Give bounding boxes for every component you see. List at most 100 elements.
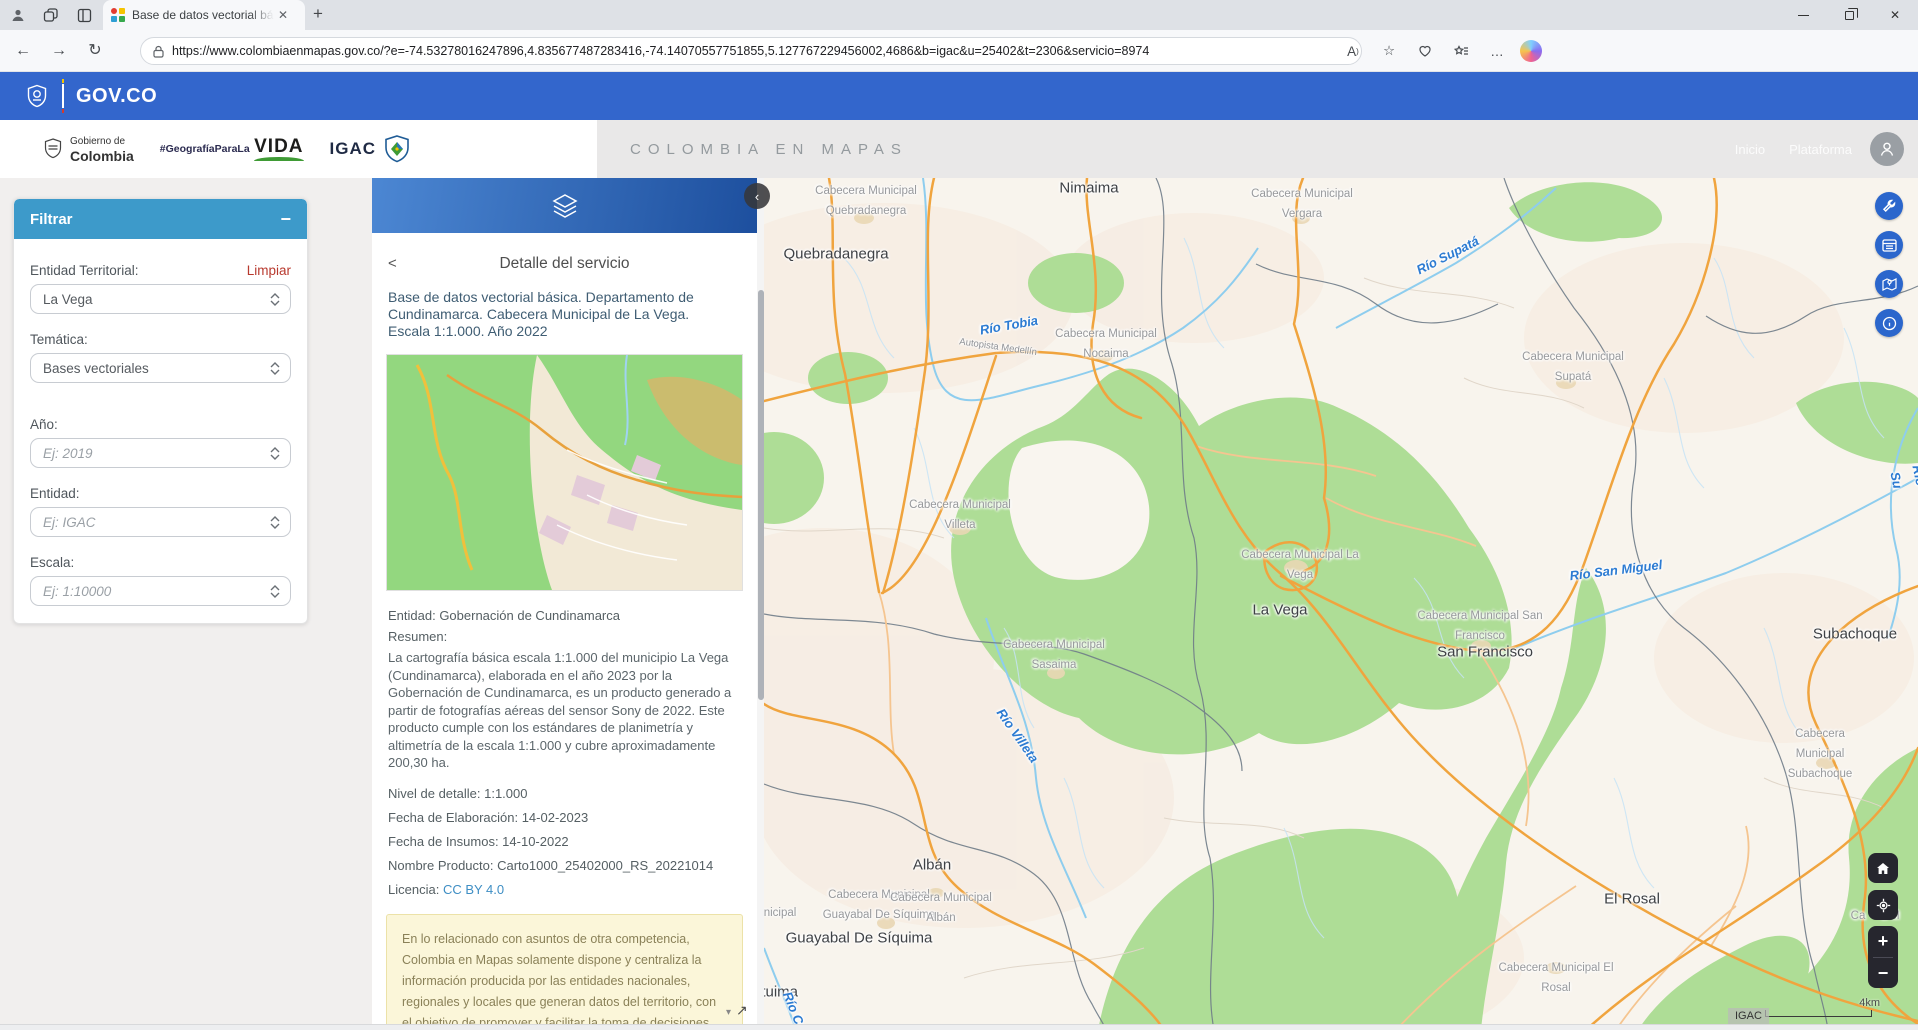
- back-button[interactable]: ←: [10, 38, 36, 64]
- browser-tab[interactable]: Base de datos vectorial básica. De ✕: [103, 0, 305, 30]
- select-chevrons-icon: [270, 585, 280, 598]
- select-chevrons-icon: [270, 362, 280, 375]
- detail-title: Detalle del servicio: [372, 255, 757, 273]
- back-chevron[interactable]: <: [388, 255, 397, 272]
- disclaimer-box: En lo relacionado con asuntos de otra co…: [386, 914, 743, 1030]
- panel-collapse-button[interactable]: ‹: [744, 183, 770, 209]
- tab-title: Base de datos vectorial básica. De: [132, 8, 274, 22]
- layers-icon: [551, 193, 579, 219]
- filter-panel: Filtrar − Entidad Territorial: Limpiar L…: [13, 198, 308, 624]
- refresh-button[interactable]: ↻: [82, 38, 108, 64]
- map-label: Ca: [1851, 906, 1866, 926]
- home-icon: [1876, 862, 1890, 875]
- window-close-button[interactable]: ✕: [1872, 0, 1918, 30]
- filter-panel-header[interactable]: Filtrar −: [14, 199, 307, 239]
- map-label: San Francisco: [1437, 642, 1533, 662]
- map-basemap-button[interactable]: [1875, 270, 1903, 298]
- map-home-button[interactable]: [1868, 853, 1898, 883]
- nav-item[interactable]: Plataforma: [1789, 142, 1852, 157]
- map-viewport[interactable]: Cabecera Municipal QuebradanegraQuebrada…: [764, 178, 1918, 1030]
- nav-item[interactable]: Inicio: [1735, 142, 1765, 157]
- map-label: Cabecera Municipal Supatá: [1522, 347, 1624, 387]
- licencia-label: Licencia:: [388, 882, 439, 897]
- forward-button[interactable]: →: [46, 38, 72, 64]
- map-locate-button[interactable]: [1868, 890, 1898, 920]
- map-label: Quebradanegra: [783, 244, 888, 264]
- collapse-minus-icon[interactable]: −: [280, 209, 291, 230]
- igac-name: IGAC: [330, 139, 377, 158]
- map-label: El Rosal: [1604, 889, 1660, 909]
- map-label: Cabecera Municipal Albán: [890, 888, 992, 928]
- panel-resize-controls[interactable]: ▾↗: [726, 1002, 748, 1019]
- select-entidad[interactable]: Ej: IGAC: [30, 507, 291, 537]
- address-bar[interactable]: https://www.colombiaenmapas.gov.co/?e=-7…: [140, 37, 1362, 65]
- map-pin-icon: [1882, 277, 1897, 291]
- map-label: La Vega: [1252, 600, 1307, 620]
- geografia-vida-logo: #GeografíaParaLa VIDA: [160, 137, 304, 161]
- read-aloud-icon[interactable]: A): [1340, 38, 1366, 64]
- profile-icon[interactable]: [6, 4, 30, 26]
- map-zoom-control: + −: [1868, 926, 1898, 988]
- map-tools-button[interactable]: [1875, 192, 1903, 220]
- field-label-tematica: Temática:: [30, 332, 291, 347]
- copilot-icon[interactable]: [1520, 40, 1542, 62]
- workspaces-icon[interactable]: [38, 4, 62, 26]
- application-window: Base de datos vectorial básica. De ✕ + ✕…: [0, 0, 1918, 1030]
- govco-brand[interactable]: GOV.CO: [76, 85, 157, 108]
- zoom-in-button[interactable]: +: [1868, 926, 1898, 957]
- site-header: Gobierno de Colombia #GeografíaParaLa VI…: [0, 120, 1918, 178]
- vertical-tabs-icon[interactable]: [72, 4, 96, 26]
- geografia-tag: #GeografíaParaLa: [160, 143, 250, 155]
- map-label: Río Villeta: [990, 704, 1044, 768]
- map-attribution[interactable]: IGAC: [1728, 1008, 1769, 1024]
- govco-escudo-icon: [26, 84, 48, 108]
- vida-swoosh: [254, 157, 303, 161]
- map-table-button[interactable]: [1875, 231, 1903, 259]
- map-label: Subachoque: [1813, 624, 1897, 644]
- clear-filters-link[interactable]: Limpiar: [247, 263, 291, 278]
- user-avatar[interactable]: [1870, 132, 1904, 166]
- page-horizontal-scrollbar[interactable]: [0, 1024, 1918, 1030]
- zoom-out-button[interactable]: −: [1868, 958, 1898, 989]
- resize-arrow-icon: ↗: [736, 1002, 748, 1018]
- product-title: Base de datos vectorial básica. Departam…: [388, 289, 741, 340]
- meta-nombre-producto: Nombre Producto: Carto1000_25402000_RS_2…: [388, 858, 741, 873]
- select-entidad-territorial[interactable]: La Vega: [30, 284, 291, 314]
- product-thumbnail[interactable]: [386, 354, 743, 591]
- map-label: Cabecera Municipal Nocaima: [1055, 324, 1157, 364]
- map-label: nicipal: [764, 903, 796, 923]
- map-label: Cabecera Municipal El Rosal: [1498, 958, 1613, 998]
- select-chevrons-icon: [270, 293, 280, 306]
- select-chevrons-icon: [270, 447, 280, 460]
- window-restore-button[interactable]: [1826, 0, 1872, 30]
- browser-essentials-icon[interactable]: [1412, 38, 1438, 64]
- gobierno-line1: Gobierno de: [70, 136, 125, 147]
- more-menu-icon[interactable]: …: [1484, 38, 1510, 64]
- map-label: Nimaima: [1059, 178, 1118, 198]
- licencia-link[interactable]: CC BY 4.0: [443, 882, 504, 897]
- select-tematica[interactable]: Bases vectoriales: [30, 353, 291, 383]
- resumen-text: La cartografía básica escala 1:1.000 del…: [388, 649, 741, 772]
- url-text: https://www.colombiaenmapas.gov.co/?e=-7…: [172, 44, 1149, 58]
- gobierno-logo: Gobierno de Colombia: [44, 132, 134, 166]
- select-ano[interactable]: Ej: 2019: [30, 438, 291, 468]
- map-info-button[interactable]: [1875, 309, 1903, 337]
- map-label: Cabecera Municipal Sasaima: [1003, 635, 1105, 675]
- igac-shield-icon: [384, 135, 410, 163]
- govco-bar: GOV.CO: [0, 72, 1918, 120]
- map-scale-label: 4km: [1830, 997, 1880, 1009]
- lock-icon: [153, 45, 164, 58]
- tab-close-icon[interactable]: ✕: [278, 8, 288, 22]
- map-label: Cabecera Municipal La Vega: [1241, 545, 1359, 585]
- map-label: Cabecera Municipal Villeta: [909, 495, 1011, 535]
- new-tab-button[interactable]: +: [313, 4, 323, 24]
- favorite-star-icon[interactable]: ☆: [1376, 38, 1402, 64]
- field-label-ano: Año:: [30, 417, 291, 432]
- meta-nivel: Nivel de detalle: 1:1.000: [388, 786, 741, 801]
- map-label: Guayabal De Síquima: [786, 928, 933, 948]
- select-escala[interactable]: Ej: 1:10000: [30, 576, 291, 606]
- favorites-bar-icon[interactable]: [1448, 38, 1474, 64]
- site-title: COLOMBIA EN MAPAS: [630, 120, 908, 178]
- window-minimize-button[interactable]: [1780, 0, 1826, 30]
- field-label-entidad: Entidad:: [30, 486, 291, 501]
